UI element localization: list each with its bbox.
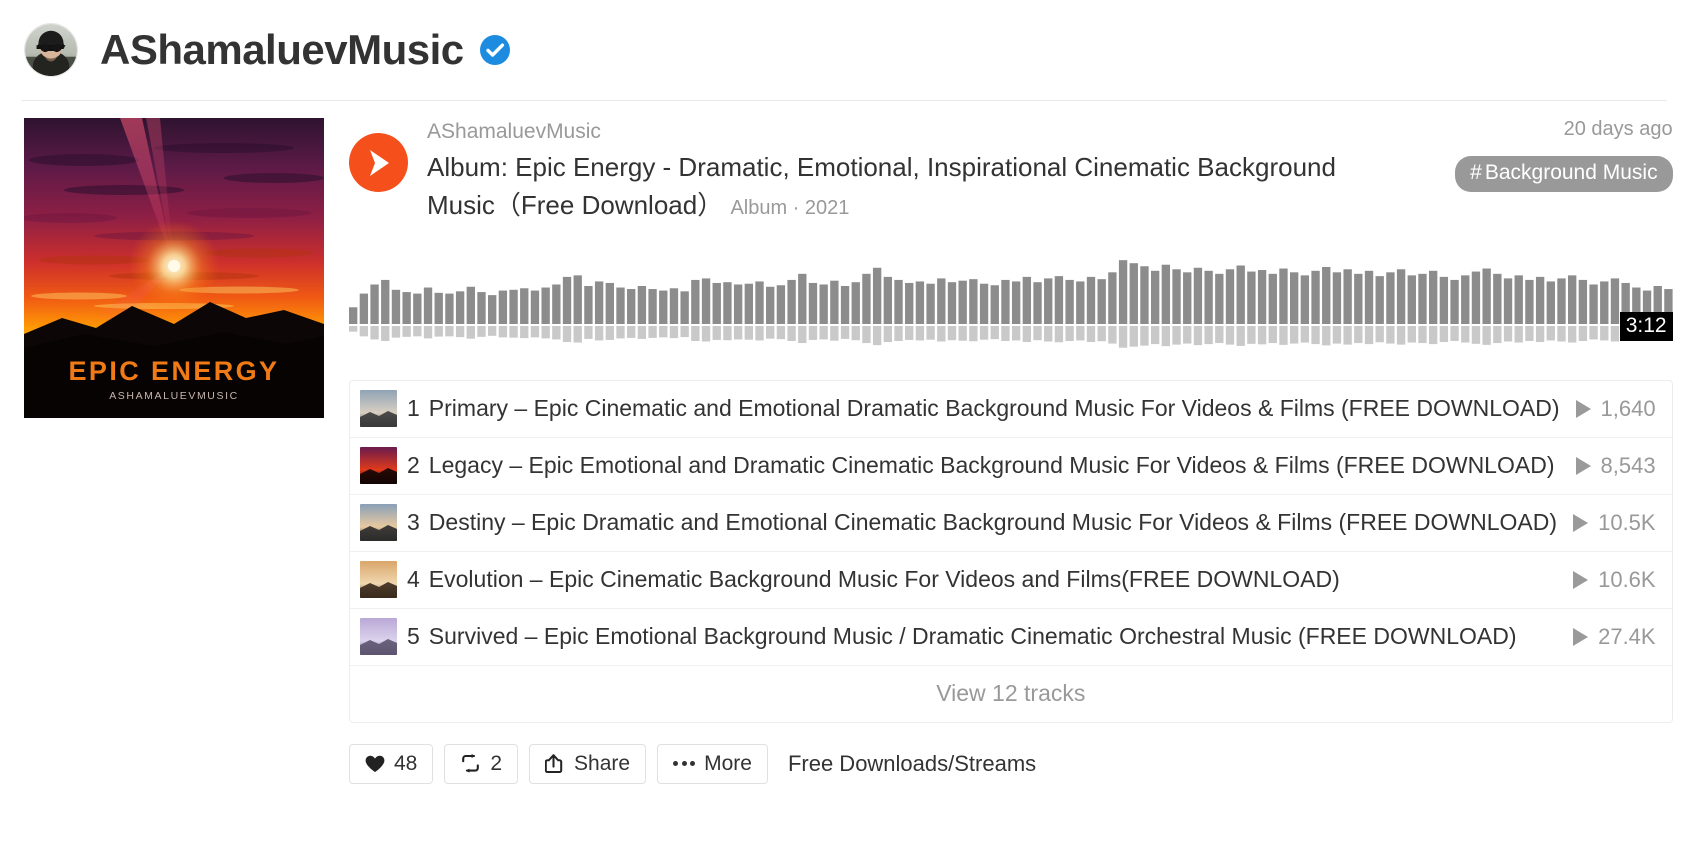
track-index: 5 xyxy=(407,623,420,650)
play-count-icon xyxy=(1575,456,1591,475)
track-row[interactable]: 2 Legacy – Epic Emotional and Dramatic C… xyxy=(350,438,1672,495)
track-index: 1 xyxy=(407,395,420,422)
ellipsis-icon xyxy=(673,761,696,767)
track-play-count: 27.4K xyxy=(1573,624,1656,650)
track-title[interactable]: Album: Epic Energy - Dramatic, Emotional… xyxy=(427,149,1347,224)
track-index: 2 xyxy=(407,452,420,479)
track-play-count-value: 27.4K xyxy=(1598,623,1656,649)
repost-button[interactable]: 2 xyxy=(444,743,519,784)
more-label: More xyxy=(704,751,752,775)
track-body: EPIC ENERGY ASHAMALUEVMUSIC AShamaluevMu… xyxy=(0,101,1689,784)
track-name[interactable]: Survived – Epic Emotional Background Mus… xyxy=(429,623,1557,650)
track-play-count: 10.5K xyxy=(1573,510,1656,536)
play-button[interactable] xyxy=(349,133,408,192)
avatar[interactable] xyxy=(24,23,78,77)
track-row[interactable]: 5 Survived – Epic Emotional Background M… xyxy=(350,609,1672,666)
track-index: 4 xyxy=(407,566,420,593)
track-subtitle: Album · 2021 xyxy=(730,196,850,219)
waveform[interactable]: 3:12 xyxy=(349,246,1673,356)
track-thumbnail xyxy=(360,618,397,656)
share-icon xyxy=(545,754,563,774)
profile-header: AShamaluevMusic xyxy=(0,0,1689,100)
posted-time: 20 days ago xyxy=(1563,118,1673,140)
action-bar: 48 2 Share More Free Downloads/Streams xyxy=(349,743,1673,784)
tag-background-music[interactable]: # Background Music xyxy=(1455,156,1673,192)
duration-badge: 3:12 xyxy=(1619,311,1673,341)
tracklist: 1 Primary – Epic Cinematic and Emotional… xyxy=(349,379,1673,723)
like-button[interactable]: 48 xyxy=(349,743,434,784)
verified-badge-icon xyxy=(479,35,510,65)
svg-text:EPIC ENERGY: EPIC ENERGY xyxy=(69,356,280,386)
download-note: Free Downloads/Streams xyxy=(787,750,1037,776)
track-play-count-value: 10.6K xyxy=(1598,566,1656,592)
track-thumbnail xyxy=(360,447,397,485)
share-button[interactable]: Share xyxy=(529,743,647,784)
track-name[interactable]: Primary – Epic Cinematic and Emotional D… xyxy=(429,395,1560,422)
track-row[interactable]: 4 Evolution – Epic Cinematic Background … xyxy=(350,552,1672,609)
play-count-icon xyxy=(1573,627,1589,646)
track-thumbnail xyxy=(360,561,397,599)
soundcloud-profile-page: AShamaluevMusic EPIC ENERGY ASHAMALUEVMU… xyxy=(0,0,1689,866)
album-artwork-image: EPIC ENERGY ASHAMALUEVMUSIC xyxy=(24,118,324,418)
play-count-icon xyxy=(1573,513,1589,532)
track-index: 3 xyxy=(407,509,420,536)
user-avatar-icon xyxy=(25,24,77,76)
repost-count: 2 xyxy=(490,751,503,775)
album-artwork[interactable]: EPIC ENERGY ASHAMALUEVMUSIC xyxy=(24,118,324,418)
track-play-count-value: 8,543 xyxy=(1600,452,1656,478)
svg-text:ASHAMALUEVMUSIC: ASHAMALUEVMUSIC xyxy=(109,390,239,402)
track-uploader[interactable]: AShamaluevMusic xyxy=(427,120,1663,143)
play-count-icon xyxy=(1575,399,1591,418)
view-all-tracks-button[interactable]: View 12 tracks xyxy=(350,665,1672,722)
play-count-icon xyxy=(1573,570,1589,589)
track-name[interactable]: Evolution – Epic Cinematic Background Mu… xyxy=(429,566,1557,593)
track-name[interactable]: Legacy – Epic Emotional and Dramatic Cin… xyxy=(429,452,1560,479)
share-label: Share xyxy=(574,751,631,775)
heart-icon xyxy=(365,755,385,772)
track-play-count: 8,543 xyxy=(1575,452,1656,479)
track-details: AShamaluevMusic Album: Epic Energy - Dra… xyxy=(349,118,1673,784)
track-row[interactable]: 3 Destiny – Epic Dramatic and Emotional … xyxy=(350,495,1672,552)
track-play-count: 10.6K xyxy=(1573,567,1656,593)
track-title-text: Album: Epic Energy - Dramatic, Emotional… xyxy=(427,152,1336,220)
repost-icon xyxy=(462,754,480,774)
track-name[interactable]: Destiny – Epic Dramatic and Emotional Ci… xyxy=(429,509,1557,536)
track-play-count-value: 1,640 xyxy=(1600,395,1656,421)
track-thumbnail xyxy=(360,390,397,428)
track-play-count-value: 10.5K xyxy=(1598,509,1656,535)
hash-icon: # xyxy=(1470,161,1482,184)
track-row[interactable]: 1 Primary – Epic Cinematic and Emotional… xyxy=(350,381,1672,438)
play-icon xyxy=(369,149,389,176)
page-title: AShamaluevMusic xyxy=(100,26,464,73)
like-count: 48 xyxy=(394,751,418,775)
track-header: AShamaluevMusic Album: Epic Energy - Dra… xyxy=(349,118,1673,224)
waveform-bars xyxy=(349,260,1673,348)
tag-label: Background Music xyxy=(1484,161,1658,184)
more-button[interactable]: More xyxy=(657,743,768,784)
track-play-count: 1,640 xyxy=(1575,395,1656,422)
track-thumbnail xyxy=(360,504,397,542)
